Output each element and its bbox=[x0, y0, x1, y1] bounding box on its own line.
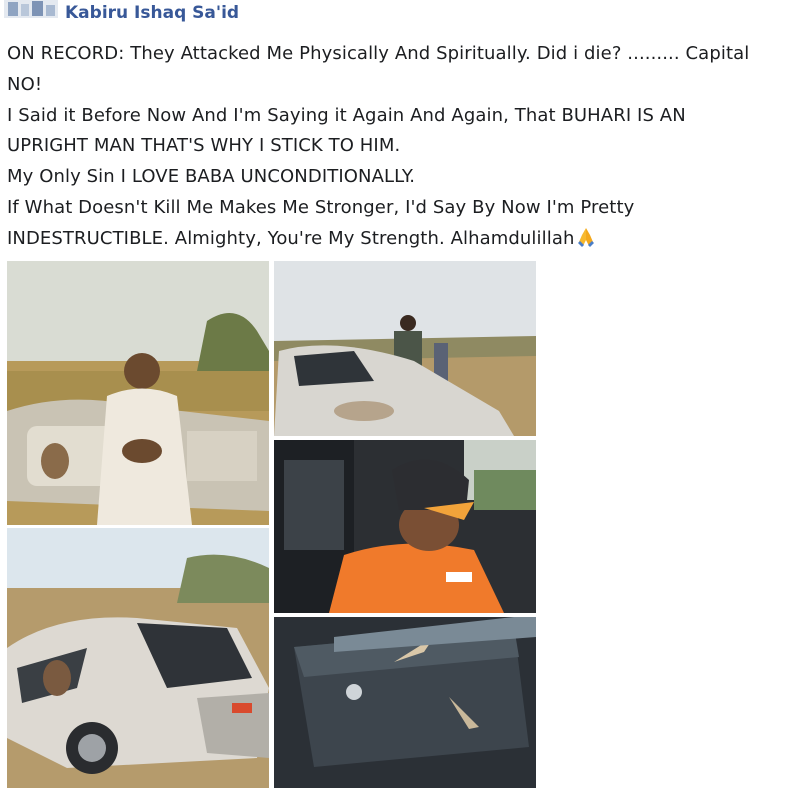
avatar[interactable] bbox=[4, 0, 58, 18]
post-line: UPRIGHT MAN THAT'S WHY I STICK TO HIM. bbox=[7, 135, 401, 157]
post-text: ON RECORD: They Attacked Me Physically A… bbox=[7, 39, 787, 255]
post-header: Kabiru Ishaq Sa'id bbox=[0, 0, 797, 28]
author-name[interactable]: Kabiru Ishaq Sa'id bbox=[65, 3, 239, 23]
post-line: NO! bbox=[7, 73, 43, 95]
folded-hands-emoji-icon bbox=[575, 226, 597, 248]
photo-overturned-car[interactable] bbox=[7, 528, 269, 788]
photo-man-orange-shirt[interactable] bbox=[274, 440, 536, 613]
post-line: If What Doesn't Kill Me Makes Me Stronge… bbox=[7, 196, 635, 218]
photo-man-by-damaged-car[interactable] bbox=[7, 261, 269, 525]
post-line: My Only Sin I LOVE BABA UNCONDITIONALLY. bbox=[7, 166, 416, 188]
post-line-last: INDESTRUCTIBLE. Almighty, You're My Stre… bbox=[7, 224, 787, 255]
post-line: INDESTRUCTIBLE. Almighty, You're My Stre… bbox=[7, 227, 575, 249]
post-line: I Said it Before Now And I'm Saying it A… bbox=[7, 104, 686, 126]
photo-damaged-car-field[interactable] bbox=[274, 261, 536, 436]
photo-shattered-car-window[interactable] bbox=[274, 617, 536, 788]
post-line: ON RECORD: They Attacked Me Physically A… bbox=[7, 43, 750, 64]
